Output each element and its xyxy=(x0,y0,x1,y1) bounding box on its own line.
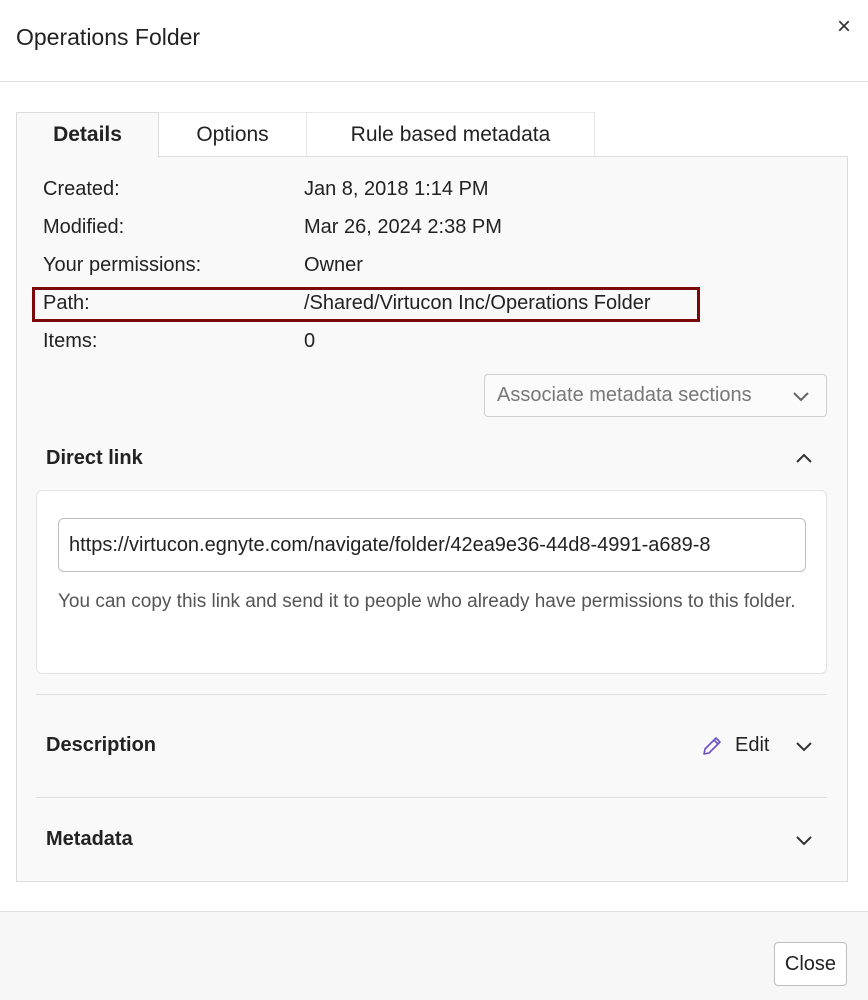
dialog-title: Operations Folder xyxy=(16,24,201,50)
section-divider xyxy=(36,797,827,798)
direct-link-help: You can copy this link and send it to pe… xyxy=(58,591,796,612)
associate-metadata-label: Associate metadata sections xyxy=(497,384,752,406)
created-label: Created: xyxy=(43,178,120,200)
path-value: /Shared/Virtucon Inc/Operations Folder xyxy=(304,292,651,314)
tab-options[interactable]: Options xyxy=(159,112,307,158)
tab-rule-based-metadata[interactable]: Rule based metadata xyxy=(307,112,595,158)
associate-metadata-dropdown[interactable]: Associate metadata sections xyxy=(484,374,827,417)
dialog-header: Operations Folder × xyxy=(0,0,868,82)
edit-label: Edit xyxy=(735,734,770,756)
direct-link-input[interactable] xyxy=(58,518,806,572)
description-title: Description xyxy=(46,734,157,756)
path-label: Path: xyxy=(43,292,90,314)
chevron-down-icon[interactable] xyxy=(794,736,814,756)
permissions-label: Your permissions: xyxy=(43,254,202,276)
modified-label: Modified: xyxy=(43,216,125,238)
items-label: Items: xyxy=(43,330,98,352)
pencil-icon xyxy=(703,737,721,755)
chevron-down-icon xyxy=(793,392,809,402)
dialog-footer xyxy=(0,912,868,1000)
items-value: 0 xyxy=(304,330,316,352)
direct-link-title: Direct link xyxy=(46,447,143,469)
close-button[interactable]: Close xyxy=(774,942,847,986)
modified-value: Mar 26, 2024 2:38 PM xyxy=(304,216,502,238)
chevron-up-icon[interactable] xyxy=(794,449,814,469)
close-icon[interactable]: × xyxy=(834,15,854,39)
tab-bar: Details Options Rule based metadata xyxy=(16,112,848,158)
created-value: Jan 8, 2018 1:14 PM xyxy=(304,178,489,200)
section-divider xyxy=(36,694,827,695)
tab-details[interactable]: Details xyxy=(16,112,159,158)
metadata-title: Metadata xyxy=(46,828,133,850)
permissions-value: Owner xyxy=(304,254,363,276)
chevron-down-icon[interactable] xyxy=(794,830,814,850)
